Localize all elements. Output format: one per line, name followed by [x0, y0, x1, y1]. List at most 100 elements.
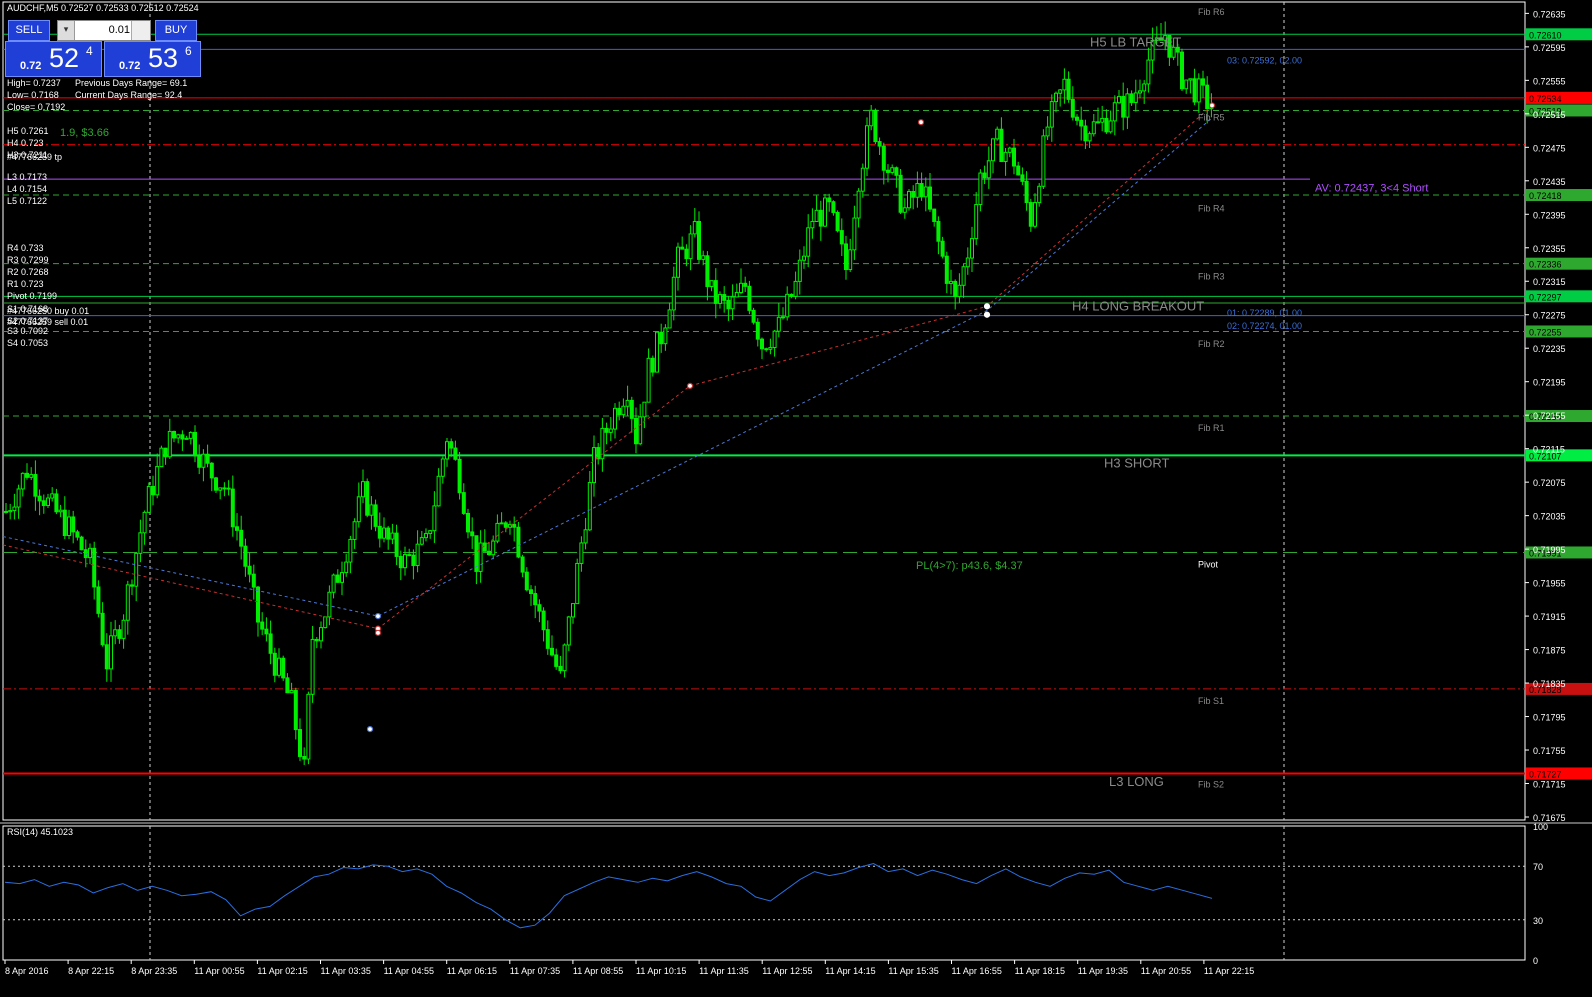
sell-button[interactable]: SELL	[8, 20, 50, 41]
candle-body	[928, 186, 932, 210]
chart-annotation: H3 SHORT	[1104, 456, 1170, 471]
candle-body	[1062, 78, 1067, 91]
candle-body	[96, 586, 101, 614]
candle-body	[293, 690, 298, 731]
y-tick-label: 0.72595	[1533, 43, 1566, 53]
rsi-label: RSI(14) 45.1023	[7, 827, 73, 837]
x-tick-label: 8 Apr 2016	[5, 966, 49, 976]
candle-body	[692, 220, 697, 235]
candle-body	[810, 220, 815, 229]
candle-body	[67, 516, 71, 536]
candle-body	[907, 190, 911, 209]
candle-body	[272, 652, 277, 676]
candle-body	[726, 299, 731, 310]
y-tick-label: 0.72355	[1533, 244, 1566, 254]
rsi-y-tick-label: 30	[1533, 916, 1543, 926]
candle-body	[482, 542, 487, 552]
candle-body	[1117, 95, 1121, 104]
candle-body	[180, 434, 185, 440]
candle-body	[1049, 101, 1054, 128]
candle-body	[46, 497, 50, 506]
lot-dropdown-icon[interactable]: ▾	[58, 21, 75, 40]
candle-body	[940, 240, 945, 257]
candle-body	[894, 167, 899, 176]
candle-body	[818, 209, 823, 227]
candle-body	[1054, 92, 1058, 103]
chart-window: 0.72610 0.72534 0.72519 0.72418 0.72336 0.722…	[0, 0, 1592, 997]
candle-body	[957, 284, 962, 298]
buy-price-display[interactable]: 0.72 53 6	[104, 41, 201, 77]
sell-price-display[interactable]: 0.72 52 4	[5, 41, 102, 77]
candle-body	[146, 485, 151, 513]
candle-body	[995, 128, 1000, 140]
x-tick-label: 11 Apr 10:15	[636, 966, 686, 976]
info-curr-range: Current Days Range= 92.4	[75, 90, 183, 100]
candle-body	[268, 633, 273, 654]
y-tick-label: 0.71915	[1533, 612, 1566, 622]
trade-marker[interactable]	[983, 303, 991, 310]
candle-body	[453, 447, 458, 460]
fib-label: Fib R3	[1198, 271, 1225, 281]
fib-label: Fib R2	[1198, 339, 1225, 349]
x-tick-label: 11 Apr 03:35	[321, 966, 371, 976]
buy-button[interactable]: BUY	[155, 20, 197, 41]
candle-body	[201, 453, 206, 468]
trade-marker[interactable]	[374, 629, 382, 636]
candle-body	[936, 220, 941, 242]
lot-spinner[interactable]	[131, 21, 150, 40]
pivot-level-label: S4 0.7053	[7, 338, 48, 348]
candle-body	[289, 690, 294, 694]
pivot-level-label: H4 0.723	[7, 138, 44, 148]
candle-body	[768, 347, 773, 350]
pivot-level-label: #47766250 buy 0.01	[7, 306, 89, 316]
x-tick-label: 11 Apr 02:15	[257, 966, 307, 976]
x-tick-label: 11 Apr 18:15	[1015, 966, 1065, 976]
trade-marker[interactable]	[366, 726, 374, 733]
trade-marker[interactable]	[917, 119, 925, 126]
candle-body	[802, 255, 806, 261]
candle-body	[730, 296, 735, 310]
candle-body	[1075, 116, 1079, 121]
candle-body	[167, 430, 172, 458]
candle-body	[953, 280, 958, 298]
candle-body	[739, 282, 743, 294]
trade-marker[interactable]	[1208, 102, 1216, 109]
y-tick-label: 0.72235	[1533, 344, 1566, 354]
candle-body	[449, 441, 454, 449]
info-prev-range: Previous Days Range= 69.1	[75, 78, 188, 88]
candle-body	[335, 574, 340, 583]
trade-marker[interactable]	[374, 612, 382, 620]
candle-body	[235, 526, 239, 531]
trade-marker[interactable]	[686, 382, 694, 389]
price-tag-label: 0.72255	[1529, 327, 1562, 337]
candle-body	[470, 531, 475, 537]
lot-size-value[interactable]: 0.01	[76, 21, 130, 40]
candle-body	[415, 543, 420, 566]
candle-body	[243, 545, 248, 567]
y-tick-label: 0.71955	[1533, 579, 1566, 589]
candle-body	[1129, 93, 1134, 103]
candle-body	[1024, 180, 1029, 204]
candle-body	[16, 488, 21, 508]
rsi-y-tick-label: 100	[1533, 822, 1548, 832]
candle-body	[176, 434, 181, 439]
candle-body	[390, 532, 395, 540]
candle-body	[8, 510, 13, 513]
trade-marker[interactable]	[983, 311, 991, 318]
candle-body	[466, 512, 470, 533]
candle-body	[642, 401, 647, 418]
candle-body	[285, 677, 290, 694]
candle-body	[1058, 89, 1063, 94]
chart-annotation: AV: 0.72437, 3<4 Short	[1315, 182, 1428, 194]
price-tag-label: 0.72336	[1529, 260, 1562, 270]
candle-body	[1033, 202, 1037, 227]
candle-body	[986, 160, 991, 179]
lot-size-input[interactable]: ▾ 0.01	[57, 20, 151, 41]
chart-canvas[interactable]: 0.726100.725340.725190.724180.723360.722…	[0, 0, 1592, 997]
candle-body	[37, 495, 42, 502]
candle-body	[877, 141, 882, 147]
candle-body	[503, 522, 508, 528]
info-high: High= 0.7237	[7, 78, 61, 88]
candle-body	[684, 248, 689, 260]
candle-body	[680, 246, 685, 250]
